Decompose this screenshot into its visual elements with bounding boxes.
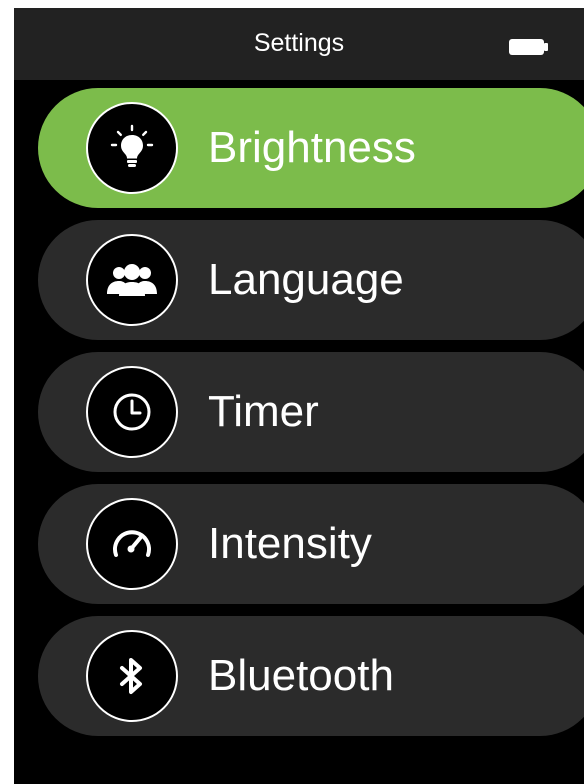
device-screen: Settings Brightness Language Timer Inten… (14, 8, 584, 784)
gauge-icon (86, 498, 178, 590)
menu-item-intensity[interactable]: Intensity (38, 484, 584, 604)
clock-icon (86, 366, 178, 458)
menu-item-label: Brightness (208, 123, 416, 172)
users-icon (86, 234, 178, 326)
menu-item-language[interactable]: Language (38, 220, 584, 340)
menu-item-label: Timer (208, 387, 319, 436)
menu-item-label: Language (208, 255, 404, 304)
bluetooth-icon (86, 630, 178, 722)
lightbulb-icon (86, 102, 178, 194)
menu-item-label: Bluetooth (208, 651, 394, 700)
menu-item-brightness[interactable]: Brightness (38, 88, 584, 208)
settings-menu: Brightness Language Timer Intensity Blue… (14, 8, 584, 784)
menu-item-label: Intensity (208, 519, 372, 568)
menu-item-bluetooth[interactable]: Bluetooth (38, 616, 584, 736)
menu-item-timer[interactable]: Timer (38, 352, 584, 472)
